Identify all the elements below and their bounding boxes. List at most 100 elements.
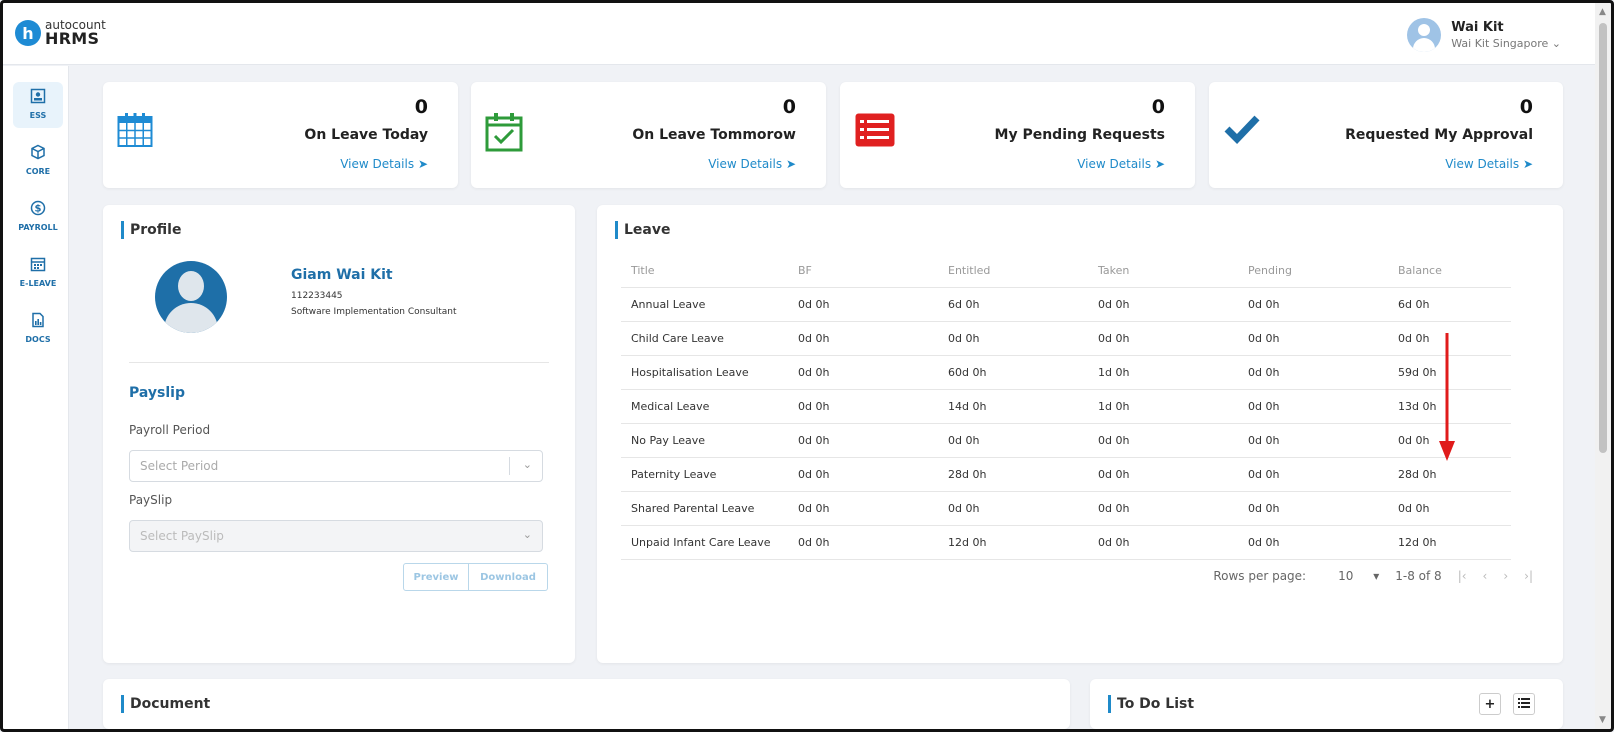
cell-entitled: 6d 0h: [938, 287, 1088, 322]
cell-pending: 0d 0h: [1238, 287, 1388, 322]
rows-per-page-select[interactable]: 10 ▾: [1322, 569, 1379, 583]
user-menu[interactable]: Wai Kit Wai Kit Singapore ⌄: [1407, 18, 1561, 52]
plus-icon: +: [1484, 696, 1496, 712]
stat-count: 0: [1151, 96, 1165, 118]
calendar-check-icon: [485, 112, 523, 156]
app-logo[interactable]: h autocount HRMS: [15, 19, 106, 47]
cell-entitled: 14d 0h: [938, 389, 1088, 424]
cell-bf: 0d 0h: [788, 525, 938, 560]
view-details-link[interactable]: View Details ➤: [708, 157, 796, 171]
sidebar-item-label: E-LEAVE: [19, 279, 57, 288]
cell-title: Paternity Leave: [621, 457, 788, 492]
cell-pending: 0d 0h: [1238, 457, 1388, 492]
cube-icon: [13, 144, 63, 164]
arrow-circle-icon: ➤: [785, 157, 796, 171]
cell-pending: 0d 0h: [1238, 423, 1388, 458]
scroll-thumb[interactable]: [1599, 23, 1607, 453]
cell-title: Hospitalisation Leave: [621, 355, 788, 390]
column-header-pending[interactable]: Pending: [1238, 255, 1388, 288]
svg-text:$: $: [35, 204, 42, 215]
last-page-icon[interactable]: ›|: [1524, 569, 1533, 583]
column-header-title[interactable]: Title: [621, 255, 788, 288]
cell-bf: 0d 0h: [788, 457, 938, 492]
next-page-icon[interactable]: ›: [1503, 569, 1508, 583]
table-row[interactable]: Child Care Leave 0d 0h 0d 0h 0d 0h 0d 0h…: [621, 321, 1511, 356]
sidebar-item-e-leave[interactable]: E-LEAVE: [13, 250, 63, 296]
sidebar-item-payroll[interactable]: $ PAYROLL: [13, 194, 63, 240]
add-todo-button[interactable]: +: [1479, 693, 1501, 715]
stat-card-requested-my-approval: 0 Requested My Approval View Details ➤: [1209, 82, 1563, 188]
payslip-placeholder: Select PaySlip: [140, 529, 224, 543]
user-name: Wai Kit: [1451, 20, 1504, 35]
page-scrollbar[interactable]: ▲ ▼: [1595, 3, 1611, 729]
leave-section-title: Leave: [615, 221, 670, 239]
cell-taken: 0d 0h: [1088, 321, 1238, 356]
prev-page-icon[interactable]: ‹: [1483, 569, 1488, 583]
download-button[interactable]: Download: [469, 563, 548, 591]
table-row[interactable]: Paternity Leave 0d 0h 28d 0h 0d 0h 0d 0h…: [621, 457, 1511, 492]
red-down-arrow-icon: [1437, 333, 1457, 467]
stat-card-on-leave-tomorrow: 0 On Leave Tommorow View Details ➤: [471, 82, 826, 188]
cell-bf: 0d 0h: [788, 355, 938, 390]
cell-pending: 0d 0h: [1238, 525, 1388, 560]
stat-count: 0: [1519, 96, 1533, 118]
scroll-down-icon[interactable]: ▼: [1599, 715, 1606, 725]
cell-bf: 0d 0h: [788, 321, 938, 356]
stat-card-my-pending-requests: 0 My Pending Requests View Details ➤: [840, 82, 1195, 188]
cell-pending: 0d 0h: [1238, 389, 1388, 424]
cell-bf: 0d 0h: [788, 423, 938, 458]
view-details-link[interactable]: View Details ➤: [340, 157, 428, 171]
caret-down-icon: ▾: [1373, 569, 1380, 583]
todo-card: To Do List +: [1090, 679, 1563, 729]
sidebar-item-docs[interactable]: DOCS: [13, 306, 63, 352]
table-row[interactable]: Medical Leave 0d 0h 14d 0h 1d 0h 0d 0h 1…: [621, 389, 1511, 424]
sidebar: ESS CORE $ PAYROLL E-LEAVE DOCS: [3, 66, 69, 729]
stat-title: On Leave Tommorow: [632, 127, 796, 143]
column-header-balance[interactable]: Balance: [1388, 255, 1511, 288]
payroll-period-placeholder: Select Period: [140, 459, 219, 473]
table-row[interactable]: Shared Parental Leave 0d 0h 0d 0h 0d 0h …: [621, 491, 1511, 526]
profile-role: Software Implementation Consultant: [291, 307, 457, 317]
scroll-up-icon[interactable]: ▲: [1599, 7, 1606, 17]
chevron-down-icon: ⌄: [1551, 37, 1561, 50]
profile-name: Giam Wai Kit: [291, 267, 393, 283]
table-row[interactable]: Hospitalisation Leave 0d 0h 60d 0h 1d 0h…: [621, 355, 1511, 390]
cell-pending: 0d 0h: [1238, 355, 1388, 390]
document-section-title: Document: [121, 695, 210, 713]
leave-card: Leave Title BF Entitled Taken Pending Ba…: [597, 205, 1563, 663]
table-row[interactable]: No Pay Leave 0d 0h 0d 0h 0d 0h 0d 0h 0d …: [621, 423, 1511, 458]
cell-title: Shared Parental Leave: [621, 491, 788, 526]
view-details-link[interactable]: View Details ➤: [1445, 157, 1533, 171]
cell-taken: 0d 0h: [1088, 287, 1238, 322]
user-avatar: [1407, 18, 1442, 52]
sidebar-item-label: PAYROLL: [18, 223, 58, 232]
cell-balance: 0d 0h: [1388, 491, 1511, 526]
cell-taken: 0d 0h: [1088, 491, 1238, 526]
table-row[interactable]: Annual Leave 0d 0h 6d 0h 0d 0h 0d 0h 6d …: [621, 287, 1511, 322]
table-row[interactable]: Unpaid Infant Care Leave 0d 0h 12d 0h 0d…: [621, 525, 1511, 560]
cell-bf: 0d 0h: [788, 389, 938, 424]
column-header-bf[interactable]: BF: [788, 255, 938, 288]
stat-count: 0: [782, 96, 796, 118]
sidebar-item-ess[interactable]: ESS: [13, 82, 63, 128]
checkmark-icon: [1223, 112, 1261, 150]
profile-employee-id: 112233445: [291, 291, 343, 301]
column-header-taken[interactable]: Taken: [1088, 255, 1238, 288]
payslip-select[interactable]: Select PaySlip ⌄: [129, 520, 543, 552]
list-view-button[interactable]: [1513, 693, 1535, 715]
profile-avatar: [155, 261, 227, 333]
logo-text-large: HRMS: [45, 29, 100, 48]
cell-entitled: 28d 0h: [938, 457, 1088, 492]
stat-card-on-leave-today: 0 On Leave Today View Details ➤: [103, 82, 458, 188]
preview-button[interactable]: Preview: [403, 563, 469, 591]
payroll-period-select[interactable]: Select Period ⌄: [129, 450, 543, 482]
view-details-link[interactable]: View Details ➤: [1077, 157, 1165, 171]
table-header-row: Title BF Entitled Taken Pending Balance: [621, 255, 1511, 288]
sidebar-item-core[interactable]: CORE: [13, 138, 63, 184]
arrow-circle-icon: ➤: [1522, 157, 1533, 171]
first-page-icon[interactable]: |‹: [1458, 569, 1467, 583]
chevron-down-icon: ⌄: [522, 528, 532, 541]
column-header-entitled[interactable]: Entitled: [938, 255, 1088, 288]
cell-title: Medical Leave: [621, 389, 788, 424]
sidebar-item-label: ESS: [29, 111, 47, 120]
